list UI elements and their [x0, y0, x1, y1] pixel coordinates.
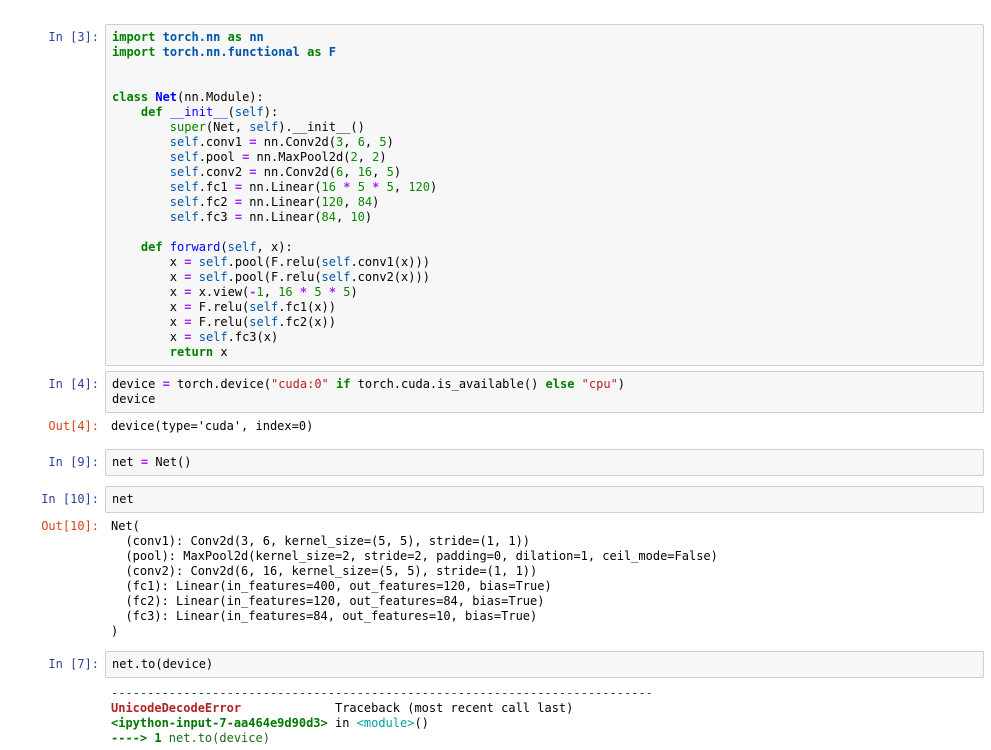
code-editor-10[interactable]: net — [105, 486, 984, 513]
input-prompt-7: In [7]: — [30, 651, 105, 672]
code-cell-9: In [9]: net = Net() — [30, 449, 984, 476]
code-cell-4: In [4]: device = torch.device("cuda:0" i… — [30, 371, 984, 413]
output-prompt-10: Out[10]: — [30, 519, 105, 534]
code-text-7: net.to(device) — [112, 657, 977, 672]
code-editor-7[interactable]: net.to(device) — [105, 651, 984, 678]
code-text-10: net — [112, 492, 977, 507]
code-editor-3[interactable]: import torch.nn as nnimport torch.nn.fun… — [105, 24, 984, 366]
code-text-9: net = Net() — [112, 455, 977, 470]
output-area-10: Net( (conv1): Conv2d(3, 6, kernel_size=(… — [105, 519, 984, 639]
output-text-4: device(type='cuda', index=0) — [111, 419, 978, 434]
error-output-cell-7: ----------------------------------------… — [30, 686, 984, 746]
input-prompt-3: In [3]: — [30, 24, 105, 45]
code-cell-3: In [3]: import torch.nn as nnimport torc… — [30, 24, 984, 366]
output-area-4: device(type='cuda', index=0) — [105, 419, 984, 434]
output-text-10: Net( (conv1): Conv2d(3, 6, kernel_size=(… — [111, 519, 978, 639]
traceback-text: ----------------------------------------… — [111, 686, 978, 746]
input-prompt-9: In [9]: — [30, 449, 105, 470]
code-text-4: device = torch.device("cuda:0" if torch.… — [112, 377, 977, 407]
jupyter-notebook: In [3]: import torch.nn as nnimport torc… — [0, 0, 991, 746]
traceback-area: ----------------------------------------… — [105, 686, 984, 746]
output-cell-10: Out[10]: Net( (conv1): Conv2d(3, 6, kern… — [30, 519, 984, 639]
input-prompt-4: In [4]: — [30, 371, 105, 392]
output-cell-4: Out[4]: device(type='cuda', index=0) — [30, 419, 984, 434]
code-cell-10: In [10]: net — [30, 486, 984, 513]
output-prompt-4: Out[4]: — [30, 419, 105, 434]
code-text-3: import torch.nn as nnimport torch.nn.fun… — [112, 30, 977, 360]
code-cell-7: In [7]: net.to(device) — [30, 651, 984, 678]
code-editor-4[interactable]: device = torch.device("cuda:0" if torch.… — [105, 371, 984, 413]
input-prompt-10: In [10]: — [30, 486, 105, 507]
code-editor-9[interactable]: net = Net() — [105, 449, 984, 476]
